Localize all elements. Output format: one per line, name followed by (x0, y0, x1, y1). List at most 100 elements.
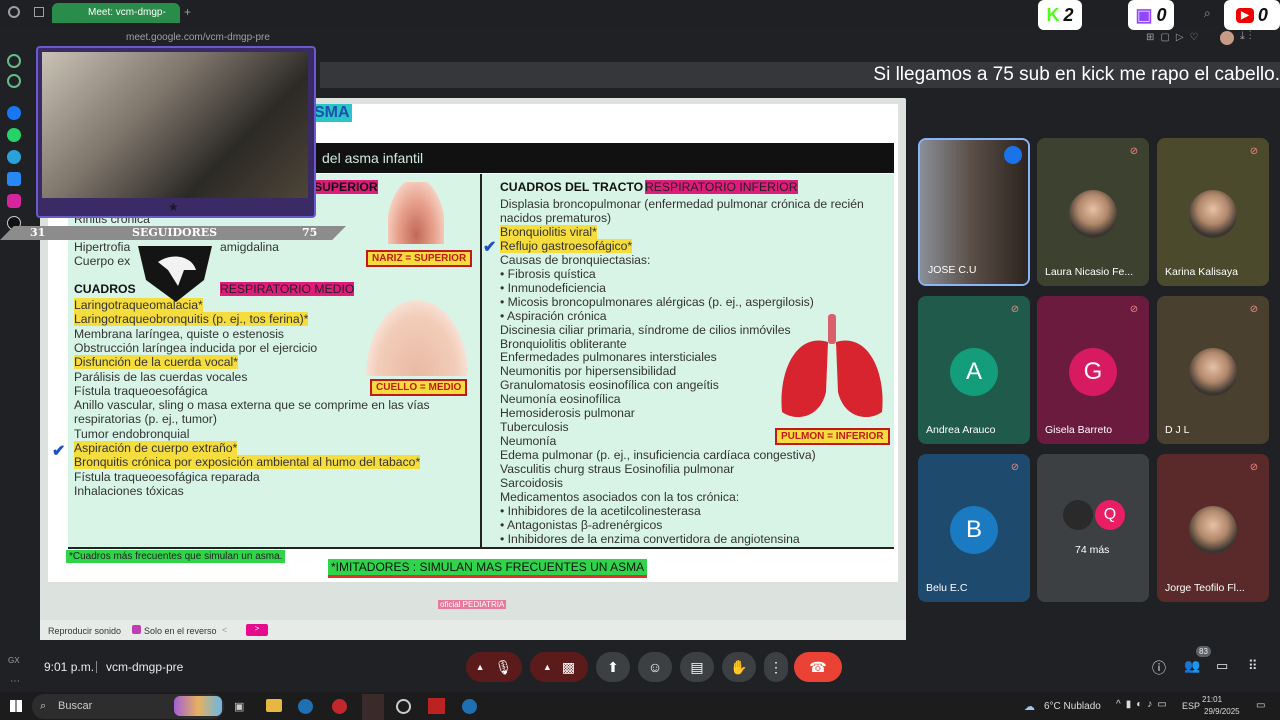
messenger-icon[interactable] (7, 106, 21, 120)
camera-button[interactable]: ▲ ▩ (530, 652, 588, 682)
steam-icon[interactable] (298, 699, 313, 714)
ai-icon[interactable] (7, 54, 21, 68)
more-options-button[interactable]: ⋮ (764, 652, 788, 682)
toolbar-icons[interactable]: ⊞▢▷♡ (1146, 32, 1204, 43)
people-icon[interactable]: 👥 (1184, 658, 1200, 674)
participant-tile[interactable]: G ⊘ Gisela Barreto (1037, 296, 1149, 444)
list-line: Granulomatosis eosinofílica con angeítis (500, 378, 719, 393)
pulmon-label: PULMON = INFERIOR (775, 428, 890, 445)
whatsapp-icon[interactable] (7, 128, 21, 142)
search-icon[interactable]: ⌕ (1204, 6, 1211, 21)
play-sound-link[interactable]: Reproducir sonido (48, 626, 121, 636)
leave-call-button[interactable]: ☎ (794, 652, 842, 682)
gx-icon[interactable]: GX (8, 656, 20, 665)
list-line: • Micosis broncopulmonares alérgicas (p.… (500, 294, 814, 309)
hand-icon: ✋ (730, 658, 748, 675)
reverse-label: Solo en el reverso (144, 626, 217, 636)
search-highlight-image (174, 696, 222, 716)
vk-icon[interactable] (7, 172, 21, 186)
muted-mic-icon: ⊘ (1249, 304, 1259, 315)
kick-icon: K (1046, 4, 1060, 25)
address-bar[interactable]: meet.google.com/vcm-dmgp-pre (32, 28, 312, 48)
search-placeholder: Buscar (58, 700, 93, 712)
speaking-icon (1004, 146, 1022, 164)
list-line: Disfunción de la cuerda vocal* (74, 355, 238, 370)
weather-text[interactable]: 6°C Nublado (1044, 701, 1101, 712)
notification-icon[interactable]: ▭ (1256, 700, 1265, 711)
activities-icon[interactable]: ⠿ (1248, 658, 1258, 674)
list-line: • Fibrosis quística (500, 266, 596, 281)
new-tab-icon[interactable]: + (184, 5, 191, 19)
list-line: Obstrucción laríngea inducida por el eje… (74, 340, 318, 355)
more-avatar-1 (1063, 500, 1093, 530)
telegram-icon[interactable] (7, 150, 21, 164)
check-icon: ✔ (52, 443, 66, 460)
chevron-up-icon[interactable]: ▲ (476, 662, 485, 672)
chatgpt-icon[interactable] (7, 74, 21, 88)
file-explorer-icon[interactable] (266, 699, 282, 712)
raise-hand-button[interactable]: ✋ (722, 652, 756, 682)
participant-tile[interactable]: Q 74 más (1037, 454, 1149, 602)
tab-meet[interactable]: Meet: vcm-dmgp- (52, 3, 180, 23)
app-icon[interactable] (428, 698, 445, 714)
download-menu-icons[interactable]: ⤓⋮ (1240, 30, 1256, 43)
watermark: oficial PEDIATRIA (438, 600, 507, 609)
right-lung (836, 340, 883, 418)
browser-logo-icon[interactable] (8, 6, 20, 18)
slide-subtitle: del asma infantil (316, 143, 894, 173)
app-red-icon[interactable] (332, 699, 347, 714)
app-active-icon[interactable] (362, 694, 384, 720)
reverse-checkbox[interactable] (132, 625, 141, 634)
chevron-up-icon[interactable]: ▲ (543, 662, 552, 672)
medio-tag: RESPIRATORIO MEDIO (220, 282, 355, 296)
list-line: • Aspiración crónica (500, 308, 607, 323)
streamer-camera (42, 52, 308, 198)
star-icon: ★ (168, 200, 179, 214)
participant-tile[interactable]: ⊘ D J L (1157, 296, 1269, 444)
tray-icons[interactable]: ^▮◐♪▭ (1116, 699, 1172, 710)
list-line: Neumonía eosinofílica (500, 392, 621, 407)
more-vert-icon: ⋮ (769, 658, 783, 675)
twitch-badge: ▣ 0 (1128, 0, 1174, 30)
profile-avatar[interactable] (1220, 31, 1234, 45)
participant-name: Jorge Teofilo Fl... (1165, 582, 1245, 594)
superior-tag: SUPERIOR (314, 180, 378, 194)
participant-photo (1189, 190, 1237, 238)
reactions-button[interactable]: ☺ (638, 652, 672, 682)
tab-search-icon[interactable] (34, 7, 44, 17)
list-line: Bronquiolitis obliterante (500, 336, 627, 351)
mic-button[interactable]: ▲ 🎙 (466, 652, 522, 682)
meeting-time: 9:01 p.m. (44, 660, 95, 674)
prev-icon[interactable]: < (222, 625, 227, 635)
list-line: Neumonía (500, 434, 557, 449)
instagram-icon[interactable] (7, 194, 21, 208)
present-button[interactable]: ⬆ (596, 652, 630, 682)
followers-target: 75 (302, 226, 318, 239)
url-text: meet.google.com/vcm-dmgp-pre (126, 32, 270, 43)
list-line: Causas de bronquiectasias: (500, 252, 651, 267)
participant-tile[interactable]: B ⊘ Belu E.C (918, 454, 1030, 602)
list-line: Fístula traqueoesofágica (74, 383, 208, 398)
language[interactable]: ESP (1182, 701, 1200, 711)
participant-tile[interactable]: JOSE C.U (918, 138, 1030, 286)
obs-icon[interactable] (396, 699, 411, 714)
browser-tab-strip (0, 0, 1280, 26)
steam-icon-2[interactable] (462, 699, 477, 714)
list-line: Sarcoidosis (500, 476, 563, 490)
participant-avatar: G (1069, 348, 1117, 396)
task-view-icon[interactable]: ▣ (234, 700, 244, 713)
chat-icon[interactable]: ▭ (1216, 658, 1228, 674)
participant-tile[interactable]: ⊘ Jorge Teofilo Fl... (1157, 454, 1269, 602)
captions-button[interactable]: ▤ (680, 652, 714, 682)
windows-icon[interactable] (10, 700, 22, 712)
weather-icon: ☁ (1024, 701, 1035, 713)
participant-tile[interactable]: ⊘ Karina Kalisaya (1157, 138, 1269, 286)
list-line: Vasculitis churg straus Eosinofilia pulm… (500, 462, 735, 477)
more-icon[interactable]: ⋯ (10, 676, 20, 687)
panel-divider (480, 174, 482, 548)
participant-avatar: A (950, 348, 998, 396)
participant-tile[interactable]: ⊘ Laura Nicasio Fe... (1037, 138, 1149, 286)
next-icon[interactable]: > (246, 624, 268, 636)
participant-tile[interactable]: A ⊘ Andrea Arauco (918, 296, 1030, 444)
info-icon[interactable]: ⓘ (1152, 658, 1166, 678)
